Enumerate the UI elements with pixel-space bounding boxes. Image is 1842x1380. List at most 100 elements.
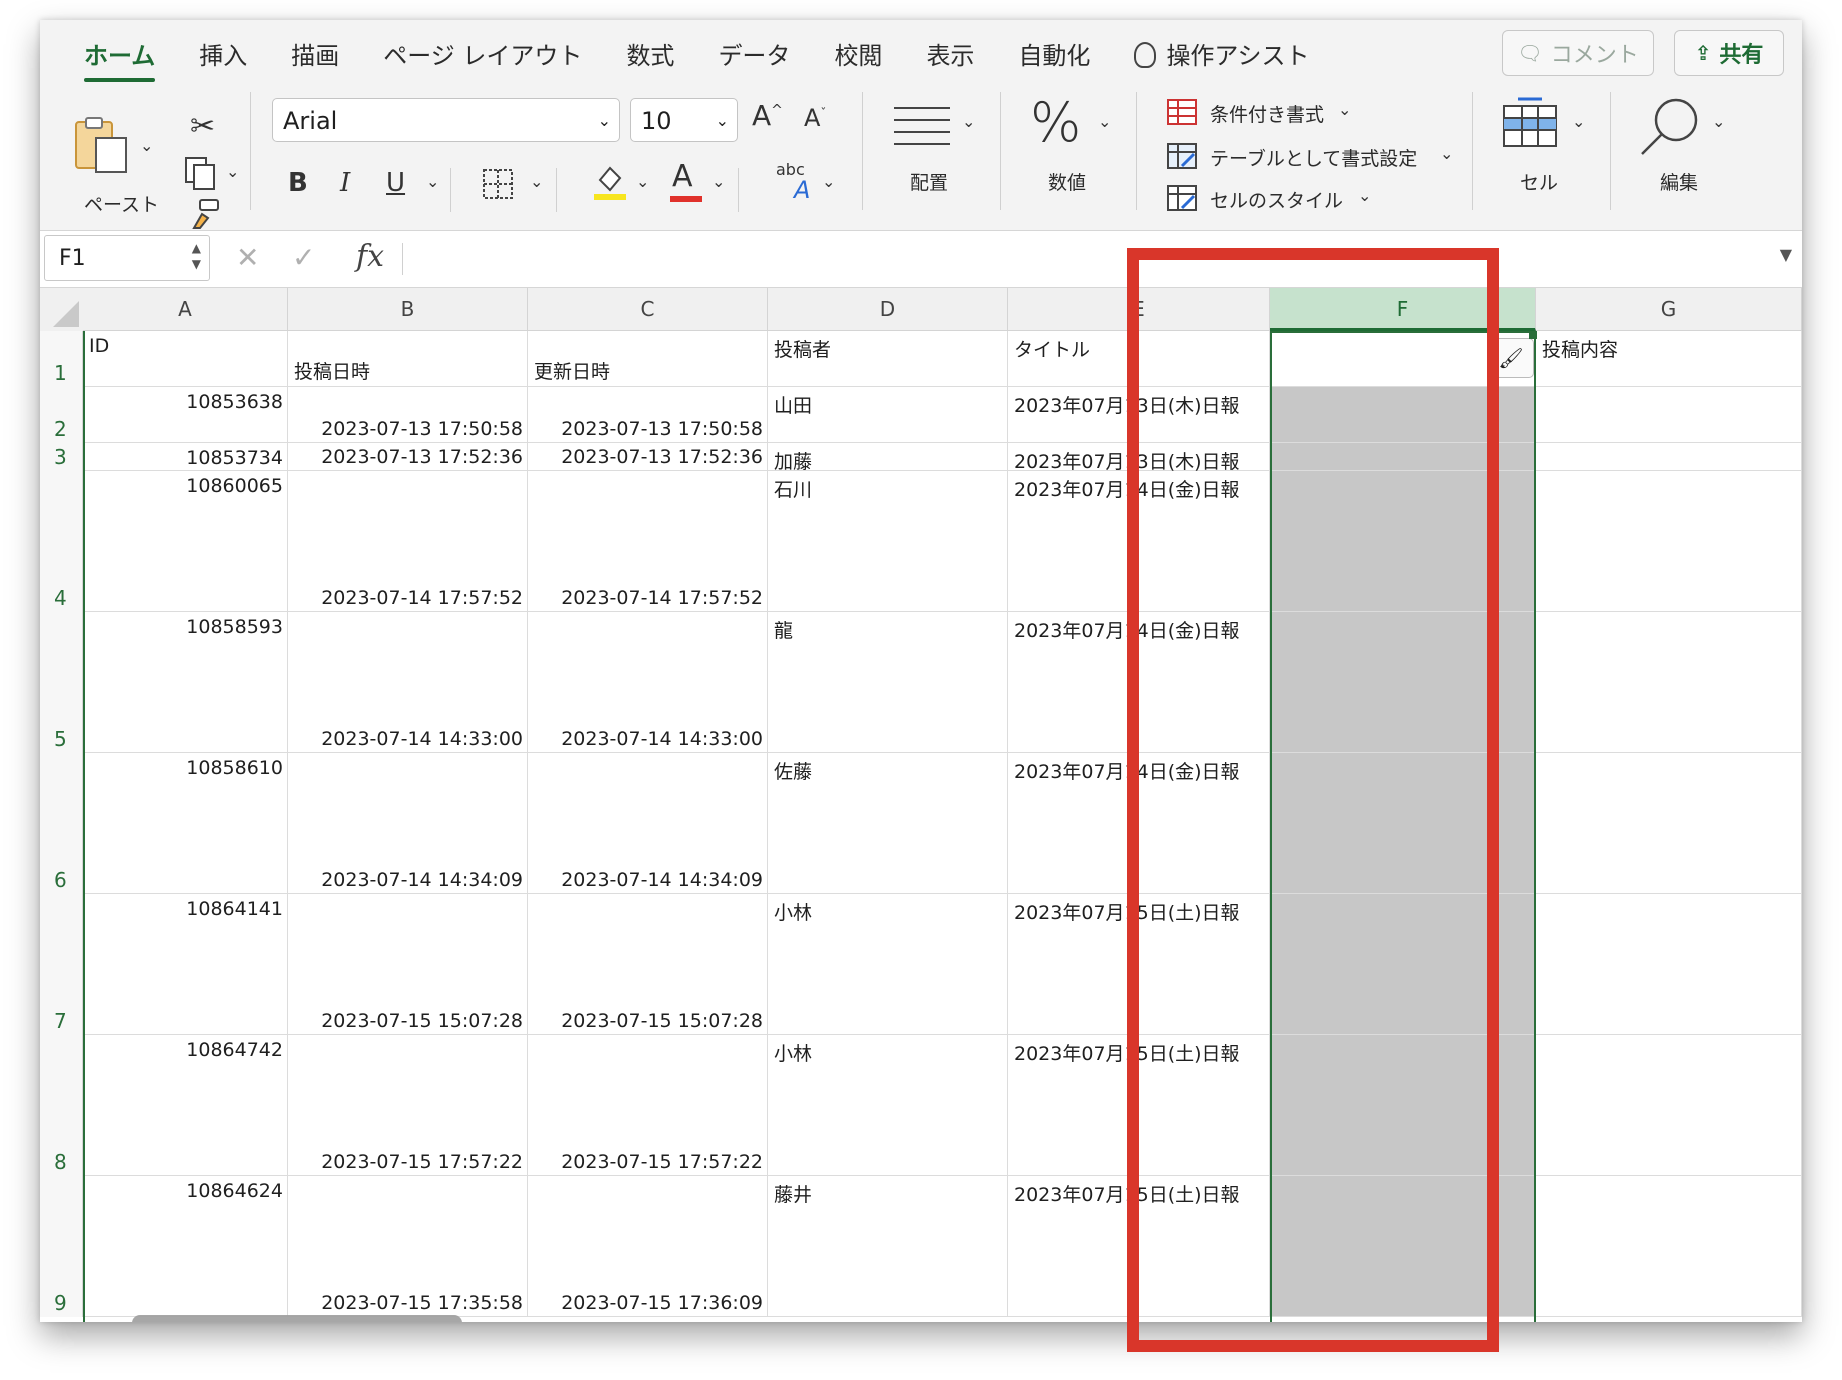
font-color-icon[interactable]: A [672, 162, 693, 192]
horizontal-scrollbar[interactable] [132, 1315, 462, 1322]
font-size-select[interactable]: 10 ⌄ [630, 98, 738, 142]
tab-view[interactable]: 表示 [904, 34, 996, 78]
font-name-select[interactable]: Arial ⌄ [272, 98, 620, 142]
phonetic-chevron-icon[interactable]: ⌄ [822, 172, 835, 191]
column-header-b[interactable]: B [288, 288, 528, 331]
cell-c2[interactable]: 2023-07-13 17:50:58 [528, 387, 768, 443]
formula-input[interactable] [410, 237, 1750, 281]
insert-function-icon[interactable]: fx [356, 239, 384, 274]
edit-chevron-icon[interactable]: ⌄ [1712, 112, 1725, 131]
cell-d3[interactable]: 加藤 [768, 443, 1008, 473]
cell-d6[interactable]: 佐藤 [768, 753, 1008, 894]
row-header-6[interactable]: 6 [40, 753, 83, 894]
row-header-8[interactable]: 8 [40, 1035, 83, 1176]
cell-g7[interactable] [1536, 894, 1802, 1035]
cell-b4[interactable]: 2023-07-14 17:57:52 [288, 471, 528, 612]
cell-b9[interactable]: 2023-07-15 17:35:58 [288, 1176, 528, 1317]
shrink-font-icon[interactable]: Aˇ [804, 106, 826, 130]
tab-data[interactable]: データ [696, 34, 812, 78]
row-header-4[interactable]: 4 [40, 471, 83, 612]
cut-icon[interactable]: ✂ [190, 112, 215, 142]
cell-b3[interactable]: 2023-07-13 17:52:36 [288, 443, 528, 471]
align-chevron-icon[interactable]: ⌄ [962, 112, 975, 131]
italic-button[interactable]: I [340, 170, 350, 196]
cell-g9[interactable] [1536, 1176, 1802, 1317]
cell-c5[interactable]: 2023-07-14 14:33:00 [528, 612, 768, 753]
column-header-g[interactable]: G [1536, 288, 1802, 331]
table-format-label[interactable]: テーブルとして書式設定 [1210, 144, 1417, 171]
cell-d4[interactable]: 石川 [768, 471, 1008, 612]
cancel-icon[interactable]: ✕ [236, 241, 259, 274]
underline-chevron-icon[interactable]: ⌄ [426, 172, 439, 191]
tab-insert[interactable]: 挿入 [177, 34, 269, 78]
cell-d1[interactable]: 投稿者 [768, 331, 1008, 387]
number-chevron-icon[interactable]: ⌄ [1098, 112, 1111, 131]
conditional-format-icon[interactable] [1166, 98, 1198, 126]
cell-d7[interactable]: 小林 [768, 894, 1008, 1035]
align-icon[interactable] [892, 102, 952, 152]
cell-a4[interactable]: 10860065 [83, 471, 288, 612]
borders-icon[interactable] [482, 168, 514, 200]
underline-button[interactable]: U [386, 170, 405, 196]
cell-g2[interactable] [1536, 387, 1802, 443]
tab-automate[interactable]: 自動化 [996, 34, 1112, 78]
cell-c7[interactable]: 2023-07-15 15:07:28 [528, 894, 768, 1035]
cell-d2[interactable]: 山田 [768, 387, 1008, 443]
cell-a1[interactable]: ID [83, 331, 288, 387]
font-color-chevron-icon[interactable]: ⌄ [712, 172, 725, 191]
cell-b2[interactable]: 2023-07-13 17:50:58 [288, 387, 528, 443]
cell-c8[interactable]: 2023-07-15 17:57:22 [528, 1035, 768, 1176]
copy-icon[interactable] [184, 156, 218, 192]
tab-tell-me[interactable]: 操作アシスト [1112, 34, 1331, 78]
phonetic-icon[interactable]: abc A [776, 162, 810, 203]
expand-formula-chevron-icon[interactable]: ▼ [1780, 245, 1792, 264]
tab-formulas[interactable]: 数式 [604, 34, 696, 78]
cell-style-chevron-icon[interactable]: ⌄ [1358, 186, 1371, 205]
tab-review[interactable]: 校閲 [812, 34, 904, 78]
cell-d9[interactable]: 藤井 [768, 1176, 1008, 1317]
cell-c1[interactable]: 更新日時 [528, 331, 768, 387]
cell-c6[interactable]: 2023-07-14 14:34:09 [528, 753, 768, 894]
table-format-icon[interactable] [1166, 142, 1198, 170]
share-button[interactable]: ⇪ 共有 [1674, 30, 1784, 76]
cell-g4[interactable] [1536, 471, 1802, 612]
cell-a2[interactable]: 10853638 [83, 387, 288, 443]
cell-g1[interactable]: 投稿内容 [1536, 331, 1802, 387]
cell-d5[interactable]: 龍 [768, 612, 1008, 753]
name-box-spinner-icon[interactable]: ▲ ▼ [192, 240, 201, 272]
select-all-corner[interactable] [40, 288, 84, 332]
bold-button[interactable]: B [288, 170, 308, 196]
row-header-3[interactable]: 3 [40, 443, 83, 471]
paste-icon[interactable] [72, 116, 132, 176]
conditional-format-label[interactable]: 条件付き書式 [1210, 100, 1324, 127]
conditional-format-chevron-icon[interactable]: ⌄ [1338, 100, 1351, 119]
format-painter-icon[interactable] [188, 198, 222, 230]
cell-a5[interactable]: 10858593 [83, 612, 288, 753]
cell-a3[interactable]: 10853734 [83, 443, 288, 471]
column-header-a[interactable]: A [83, 288, 288, 331]
cell-b6[interactable]: 2023-07-14 14:34:09 [288, 753, 528, 894]
cell-a7[interactable]: 10864141 [83, 894, 288, 1035]
grow-font-icon[interactable]: A^ [752, 102, 783, 130]
tab-page-layout[interactable]: ページ レイアウト [361, 34, 604, 78]
cells-chevron-icon[interactable]: ⌄ [1572, 112, 1585, 131]
comment-button[interactable]: 🗨 コメント [1502, 30, 1654, 76]
row-header-9[interactable]: 9 [40, 1176, 83, 1317]
tab-draw[interactable]: 描画 [269, 34, 361, 78]
fill-handle[interactable] [1529, 331, 1537, 339]
cell-style-label[interactable]: セルのスタイル [1210, 186, 1343, 213]
column-header-d[interactable]: D [768, 288, 1008, 331]
cell-d8[interactable]: 小林 [768, 1035, 1008, 1176]
name-box[interactable]: F1 ▲ ▼ [44, 235, 210, 281]
fill-color-chevron-icon[interactable]: ⌄ [636, 172, 649, 191]
cell-a8[interactable]: 10864742 [83, 1035, 288, 1176]
fill-color-icon[interactable] [592, 162, 628, 202]
cell-c4[interactable]: 2023-07-14 17:57:52 [528, 471, 768, 612]
search-icon[interactable] [1638, 96, 1704, 158]
column-header-c[interactable]: C [528, 288, 768, 331]
cell-g8[interactable] [1536, 1035, 1802, 1176]
borders-chevron-icon[interactable]: ⌄ [530, 172, 543, 191]
cell-a9[interactable]: 10864624 [83, 1176, 288, 1317]
row-header-1[interactable]: 1 [40, 331, 83, 387]
percent-icon[interactable]: % [1030, 96, 1081, 150]
